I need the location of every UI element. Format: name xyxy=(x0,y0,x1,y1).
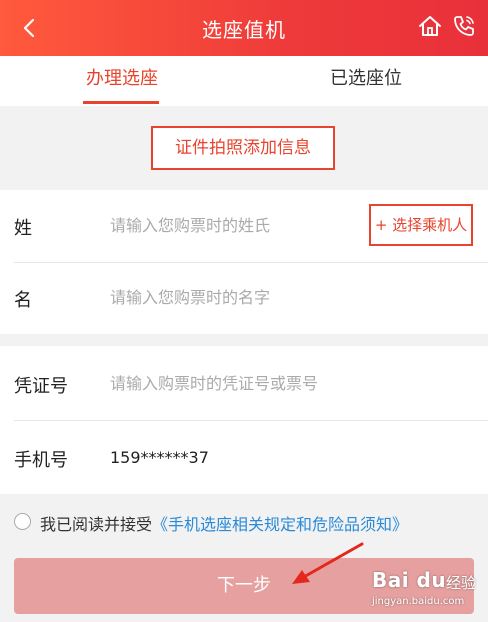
tab-seat-selection[interactable]: 办理选座 xyxy=(0,56,244,106)
divider xyxy=(14,420,488,421)
watermark-brand: Bai du xyxy=(372,568,447,592)
phone-input[interactable] xyxy=(110,442,360,472)
watermark-url: jingyan.baidu.com xyxy=(372,596,465,607)
tab-selected-seats[interactable]: 已选座位 xyxy=(244,56,488,106)
agreement-row: 我已阅读并接受《手机选座相关规定和危险品须知》 xyxy=(0,494,488,550)
phone-row: 手机号 xyxy=(0,422,488,494)
page-title: 选座值机 xyxy=(202,18,286,42)
agreement-text: 我已阅读并接受《手机选座相关规定和危险品须知》 xyxy=(40,511,408,535)
surname-input[interactable] xyxy=(110,210,360,240)
given-name-row: 名 xyxy=(0,262,488,334)
given-name-label: 名 xyxy=(14,290,32,311)
watermark-suffix: 经验 xyxy=(446,574,477,592)
phone-icon[interactable] xyxy=(450,12,478,40)
phone-label: 手机号 xyxy=(14,450,68,471)
select-passenger-button[interactable]: + 选择乘机人 xyxy=(369,204,473,246)
document-form-card: 凭证号 手机号 xyxy=(0,346,488,494)
agreement-prefix: 我已阅读并接受 xyxy=(40,515,153,534)
baidu-jingyan-watermark: Bai du 经验 jingyan.baidu.com xyxy=(372,568,484,618)
tab-label: 办理选座 xyxy=(86,68,158,89)
surname-label: 姓 xyxy=(14,218,32,239)
app-header: 选座值机 xyxy=(0,0,488,56)
tab-active-indicator xyxy=(83,101,159,104)
document-number-label: 凭证号 xyxy=(14,376,68,397)
name-form-card: 姓 + 选择乘机人 名 xyxy=(0,190,488,334)
photo-id-add-button[interactable]: 证件拍照添加信息 xyxy=(151,126,335,170)
tab-label: 已选座位 xyxy=(330,68,402,89)
document-number-input[interactable] xyxy=(110,368,470,398)
surname-row: 姓 + 选择乘机人 xyxy=(0,190,488,262)
home-icon[interactable] xyxy=(416,12,444,40)
agreement-link[interactable]: 《手机选座相关规定和危险品须知》 xyxy=(152,515,408,534)
given-name-input[interactable] xyxy=(110,282,470,312)
document-row: 凭证号 xyxy=(0,348,488,420)
annotation-arrow-icon xyxy=(292,542,364,584)
tab-bar: 办理选座 已选座位 xyxy=(0,56,488,106)
agreement-radio[interactable] xyxy=(14,513,31,530)
